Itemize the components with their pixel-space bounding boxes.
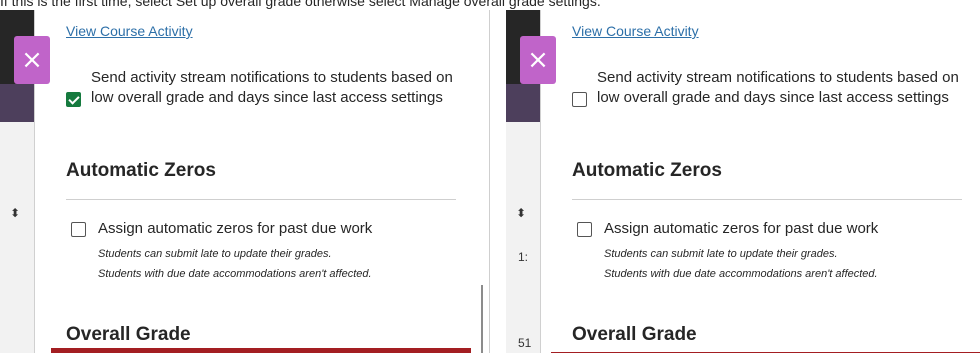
settings-panel-checked: ⬍ View Course Activity Send activity str…: [0, 10, 490, 353]
automatic-zeros-note-accommodations: Students with due date accommodations ar…: [98, 268, 372, 280]
scrollbar[interactable]: [481, 285, 483, 353]
settings-sheet: View Course Activity Send activity strea…: [540, 10, 980, 353]
instruction-caption: If this is the first time, select Set up…: [0, 0, 601, 9]
sort-arrows-icon: ⬍: [10, 206, 21, 220]
automatic-zeros-note-late: Students can submit late to update their…: [98, 248, 332, 260]
activity-notification-label: Send activity stream notifications to st…: [91, 69, 453, 106]
view-course-activity-link[interactable]: View Course Activity: [66, 23, 193, 39]
automatic-zeros-label: Assign automatic zeros for past due work: [604, 220, 879, 237]
close-button[interactable]: ×: [520, 36, 556, 84]
view-course-activity-link[interactable]: View Course Activity: [572, 23, 699, 39]
overall-grade-heading: Overall Grade: [66, 324, 191, 345]
overall-grade-alert-bar: [51, 348, 471, 353]
automatic-zeros-note-late: Students can submit late to update their…: [604, 248, 838, 260]
activity-notification-checkbox[interactable]: [66, 92, 81, 107]
background-text-fragment: 51: [518, 336, 532, 350]
activity-notification-checkbox[interactable]: [572, 92, 587, 107]
close-button[interactable]: ×: [14, 36, 50, 84]
background-text-fragment: 1:: [518, 250, 529, 264]
close-icon: ×: [21, 45, 43, 75]
automatic-zeros-label: Assign automatic zeros for past due work: [98, 220, 373, 237]
overall-grade-heading: Overall Grade: [572, 324, 697, 345]
settings-panel-unchecked: ⬍ 1: 51 View Course Activity Send activi…: [506, 10, 980, 353]
automatic-zeros-heading: Automatic Zeros: [66, 160, 216, 181]
sort-arrows-icon: ⬍: [516, 206, 527, 220]
settings-sheet: View Course Activity Send activity strea…: [34, 10, 490, 353]
close-icon: ×: [527, 45, 549, 75]
automatic-zeros-heading: Automatic Zeros: [572, 160, 722, 181]
automatic-zeros-checkbox[interactable]: [577, 222, 592, 237]
automatic-zeros-note-accommodations: Students with due date accommodations ar…: [604, 268, 878, 280]
automatic-zeros-checkbox[interactable]: [71, 222, 86, 237]
activity-notification-label: Send activity stream notifications to st…: [597, 69, 959, 106]
section-divider: [66, 199, 456, 200]
section-divider: [572, 199, 962, 200]
